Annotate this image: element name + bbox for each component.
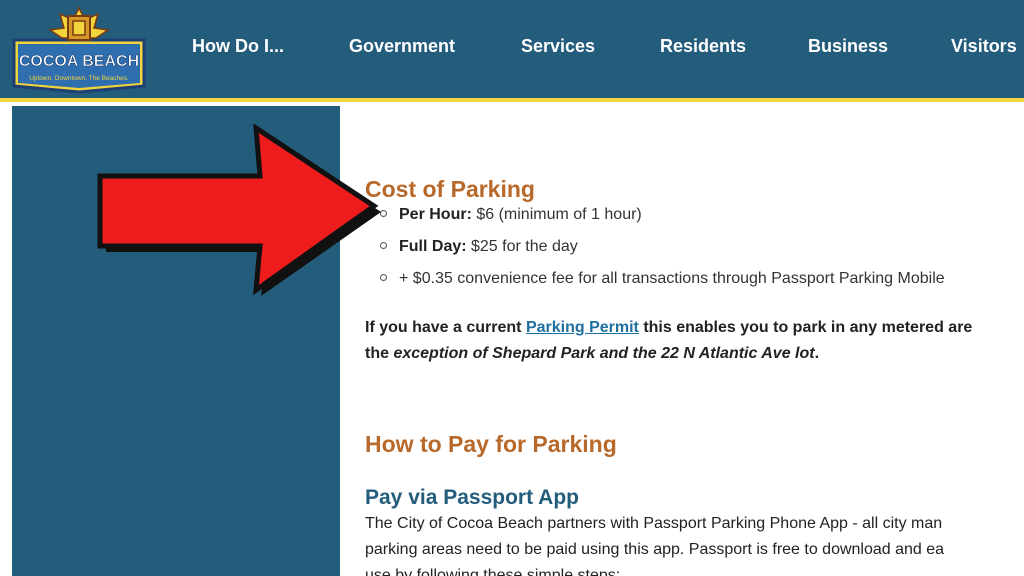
site-header: COCOA BEACH Uptown. Downtown. The Beache…	[0, 0, 1024, 102]
pay-via-passport-heading: Pay via Passport App	[365, 486, 579, 509]
nav-residents[interactable]: Residents	[660, 36, 746, 57]
main-content: Cost of Parking Per Hour: $6 (minimum of…	[340, 106, 1024, 576]
passport-text-line2: parking areas need to be paid using this…	[365, 541, 945, 558]
parking-permit-link[interactable]: Parking Permit	[526, 319, 639, 336]
cost-of-parking-heading: Cost of Parking	[365, 176, 535, 202]
nav-services[interactable]: Services	[521, 36, 595, 57]
nav-how-do-i[interactable]: How Do I...	[192, 36, 284, 57]
convenience-fee: + $0.35 convenience fee for all transact…	[380, 270, 945, 288]
nav-visitors[interactable]: Visitors	[951, 36, 1017, 57]
passport-text-line1: The City of Cocoa Beach partners with Pa…	[365, 515, 943, 532]
nav-government[interactable]: Government	[349, 36, 455, 57]
rate-full-day: Full Day: $25 for the day	[380, 238, 578, 256]
how-to-pay-heading: How to Pay for Parking	[365, 431, 617, 457]
rate-per-hour: Per Hour: $6 (minimum of 1 hour)	[380, 206, 642, 224]
red-arrow-annotation	[97, 124, 381, 296]
passport-text-line3: use by following these simple steps:	[365, 567, 621, 576]
nav-business[interactable]: Business	[808, 36, 888, 57]
permit-note-line2: the exception of Shepard Park and the 22…	[365, 345, 820, 362]
permit-note: If you have a current Parking Permit thi…	[365, 319, 973, 336]
main-nav: How Do I... Government Services Resident…	[0, 0, 1024, 98]
